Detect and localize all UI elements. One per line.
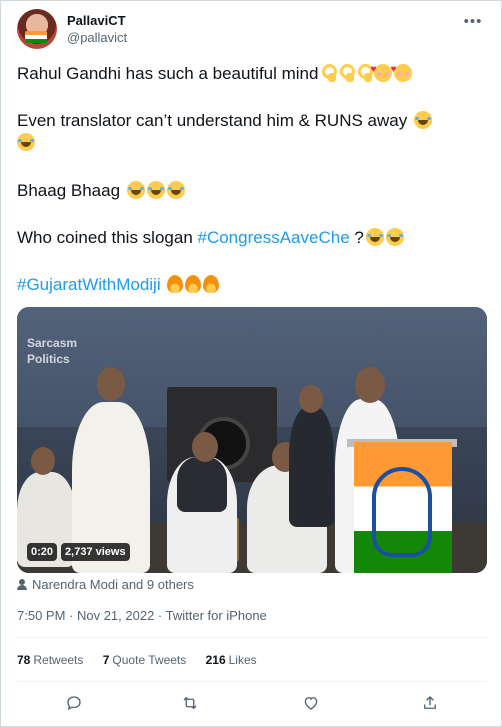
tweet-line-4: Who coined this slogan #CongressAaveChe … — [17, 227, 489, 249]
more-icon[interactable]: ••• — [461, 13, 485, 33]
retweet-icon[interactable] — [175, 689, 205, 717]
video-head — [192, 432, 218, 462]
likes-label: Likes — [228, 653, 257, 667]
retweets-count: 78 — [17, 653, 31, 667]
quote-tweets-label: Quote Tweets — [112, 653, 187, 667]
tweet-card: PallaviCT @pallavict ••• Rahul Gandhi ha… — [0, 0, 502, 727]
tweet-text-3: Bhaag Bhaag — [17, 181, 121, 200]
laughing-tears-emoji-icon — [17, 133, 35, 151]
fire-emoji-icon — [203, 275, 220, 293]
reply-icon[interactable] — [59, 689, 89, 717]
tagged-people[interactable]: Narendra Modi and 9 others — [17, 577, 194, 592]
watermark-line-1: Sarcasm — [27, 336, 78, 350]
video-head — [355, 367, 385, 403]
tweet-line-5: #GujaratWithModiji — [17, 274, 489, 296]
video-views: 2,737 views — [61, 543, 130, 561]
user-handle[interactable]: @pallavict — [67, 30, 127, 45]
tagged-people-text: Narendra Modi and 9 others — [32, 577, 194, 592]
share-icon[interactable] — [415, 689, 445, 717]
likes-count: 216 — [205, 653, 226, 667]
tweet-actions — [17, 689, 487, 719]
flag-icon — [25, 31, 47, 43]
video-watermark: Sarcasm Politics — [27, 335, 77, 367]
smiling-hearts-emoji-icon — [390, 59, 413, 82]
fire-emoji-icon — [167, 275, 184, 293]
retweets-label: Retweets — [33, 653, 84, 667]
heart-icon[interactable] — [296, 689, 326, 717]
video-head — [299, 385, 323, 413]
hashtag-gujaratwithmodiji[interactable]: #GujaratWithModiji — [17, 275, 161, 294]
video-duration: 0:20 — [27, 543, 58, 561]
laughing-tears-emoji-icon — [166, 181, 185, 199]
tweet-text-2: Even translator can’t understand him & R… — [17, 111, 408, 130]
tweet-text-4: Who coined this slogan — [17, 228, 198, 247]
display-name[interactable]: PallaviCT — [67, 13, 126, 28]
watermark-line-2: Politics — [27, 352, 70, 366]
video-player[interactable]: Sarcasm Politics 0:20 2,737 views — [17, 307, 487, 573]
divider — [17, 637, 487, 638]
avatar[interactable] — [17, 9, 57, 49]
video-vest — [177, 457, 227, 512]
person-icon — [17, 579, 27, 590]
video-head — [31, 447, 55, 475]
tweet-line-1: Rahul Gandhi has such a beautiful mind — [17, 59, 489, 85]
tweet-text-1: Rahul Gandhi has such a beautiful mind — [17, 64, 319, 83]
laughing-tears-emoji-icon — [146, 181, 165, 199]
tweet-header: PallaviCT @pallavict ••• — [17, 9, 487, 51]
tweet-text-4-after: ? — [349, 228, 364, 247]
divider — [17, 681, 487, 682]
fire-emoji-icon — [185, 275, 202, 293]
video-head — [97, 367, 125, 401]
video-badges: 0:20 2,737 views — [27, 543, 130, 561]
tweet-stats: 78 Retweets 7 Quote Tweets 216 Likes — [17, 653, 273, 667]
retweets-stat[interactable]: 78 Retweets — [17, 653, 83, 667]
ok-hand-emoji-icon — [320, 64, 338, 82]
laughing-tears-emoji-icon — [365, 228, 384, 246]
hashtag-congressaaveche[interactable]: #CongressAaveChe — [198, 228, 350, 247]
laughing-tears-emoji-icon — [413, 111, 432, 129]
congress-hand-symbol-icon — [372, 467, 432, 557]
likes-stat[interactable]: 216 Likes — [206, 653, 257, 667]
quote-tweets-count: 7 — [102, 653, 110, 667]
video-security-person — [289, 407, 334, 527]
laughing-tears-emoji-icon — [385, 228, 404, 246]
ok-hand-emoji-icon — [338, 64, 356, 82]
quote-tweets-stat[interactable]: 7 Quote Tweets — [103, 653, 187, 667]
tweet-line-2: Even translator can’t understand him & R… — [17, 110, 489, 154]
tweet-line-3: Bhaag Bhaag — [17, 180, 489, 202]
laughing-tears-emoji-icon — [126, 181, 145, 199]
tweet-timestamp[interactable]: 7:50 PM · Nov 21, 2022 · Twitter for iPh… — [17, 608, 267, 623]
